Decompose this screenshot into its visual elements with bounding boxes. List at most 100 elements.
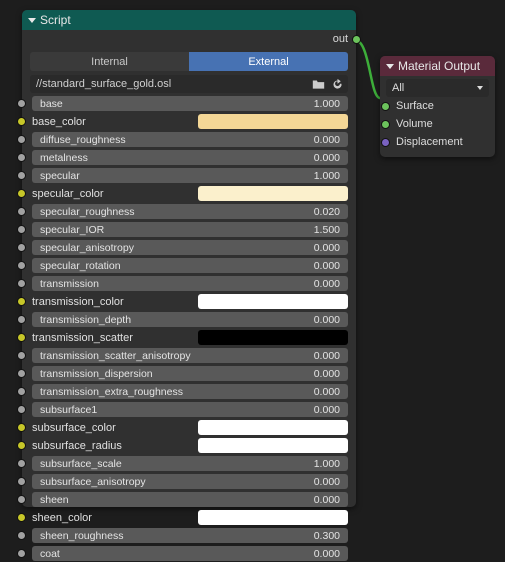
value-slider[interactable]: specular_anisotropy0.000 — [32, 240, 348, 255]
value-slider[interactable]: transmission0.000 — [32, 276, 348, 291]
input-socket[interactable] — [17, 387, 26, 396]
script-node-title: Script — [40, 13, 71, 27]
tab-external[interactable]: External — [189, 52, 348, 71]
input-socket[interactable] — [17, 189, 26, 198]
input-socket[interactable] — [17, 423, 26, 432]
param-transmission: transmission0.000 — [22, 275, 356, 292]
input-socket[interactable] — [17, 315, 26, 324]
output-socket-row: out — [22, 30, 356, 48]
script-node-header[interactable]: Script — [22, 10, 356, 30]
param-transmission_dispersion: transmission_dispersion0.000 — [22, 365, 356, 382]
param-diffuse_roughness: diffuse_roughness0.000 — [22, 131, 356, 148]
color-swatch[interactable] — [198, 438, 348, 453]
file-path-text: //standard_surface_gold.osl — [36, 78, 307, 90]
color-swatch[interactable] — [198, 294, 348, 309]
refresh-icon[interactable] — [329, 76, 345, 92]
param-value: 0.000 — [314, 476, 340, 488]
folder-icon[interactable] — [310, 76, 326, 92]
param-value: 0.000 — [314, 404, 340, 416]
input-socket[interactable] — [17, 549, 26, 558]
input-socket[interactable] — [17, 99, 26, 108]
input-socket[interactable] — [17, 369, 26, 378]
param-value: 0.000 — [314, 134, 340, 146]
value-slider[interactable]: sheen_roughness0.300 — [32, 528, 348, 543]
value-slider[interactable]: transmission_extra_roughness0.000 — [32, 384, 348, 399]
value-slider[interactable]: coat0.000 — [32, 546, 348, 561]
input-socket[interactable] — [17, 513, 26, 522]
input-socket[interactable] — [17, 297, 26, 306]
input-socket[interactable] — [17, 243, 26, 252]
param-base_color: base_color — [22, 113, 356, 130]
color-swatch[interactable] — [198, 114, 348, 129]
value-slider[interactable]: specular_IOR1.500 — [32, 222, 348, 237]
value-slider[interactable]: subsurface_scale1.000 — [32, 456, 348, 471]
target-dropdown[interactable]: All — [386, 79, 489, 97]
color-swatch[interactable] — [198, 186, 348, 201]
input-socket[interactable] — [17, 441, 26, 450]
param-base: base1.000 — [22, 95, 356, 112]
input-label: Surface — [396, 100, 434, 112]
param-sheen_color: sheen_color — [22, 509, 356, 526]
collapse-icon[interactable] — [386, 64, 394, 69]
param-subsurface1: subsurface10.000 — [22, 401, 356, 418]
value-slider[interactable]: subsurface_anisotropy0.000 — [32, 474, 348, 489]
input-socket[interactable] — [17, 531, 26, 540]
param-label: specular_rotation — [40, 260, 121, 272]
script-node[interactable]: Script out Internal External //standard_… — [22, 10, 356, 507]
file-path-field[interactable]: //standard_surface_gold.osl — [30, 75, 348, 93]
material-output-header[interactable]: Material Output — [380, 56, 495, 76]
param-specular_color: specular_color — [22, 185, 356, 202]
param-specular_IOR: specular_IOR1.500 — [22, 221, 356, 238]
value-slider[interactable]: transmission_depth 0.000 — [32, 312, 348, 327]
input-socket[interactable] — [381, 102, 390, 111]
value-slider[interactable]: specular_roughness0.020 — [32, 204, 348, 219]
input-socket[interactable] — [17, 117, 26, 126]
param-value: 1.000 — [314, 458, 340, 470]
param-value: 1.000 — [314, 170, 340, 182]
value-slider[interactable]: diffuse_roughness0.000 — [32, 132, 348, 147]
collapse-icon[interactable] — [28, 18, 36, 23]
value-slider[interactable]: specular 1.000 — [32, 168, 348, 183]
param-subsurface_radius: subsurface_radius — [22, 437, 356, 454]
input-socket[interactable] — [17, 405, 26, 414]
output-socket[interactable] — [352, 35, 361, 44]
input-socket[interactable] — [17, 279, 26, 288]
input-socket[interactable] — [17, 477, 26, 486]
input-socket[interactable] — [17, 495, 26, 504]
input-socket[interactable] — [17, 135, 26, 144]
color-swatch[interactable] — [198, 510, 348, 525]
value-slider[interactable]: transmission_dispersion0.000 — [32, 366, 348, 381]
input-socket[interactable] — [17, 207, 26, 216]
input-volume: Volume — [386, 115, 489, 133]
input-label: Displacement — [396, 136, 463, 148]
param-label: specular — [40, 170, 80, 182]
param-value: 0.000 — [314, 278, 340, 290]
value-slider[interactable]: base1.000 — [32, 96, 348, 111]
param-label: transmission_depth — [40, 314, 131, 326]
input-socket[interactable] — [381, 138, 390, 147]
param-label: sheen — [40, 494, 69, 506]
param-label: coat — [40, 548, 60, 560]
value-slider[interactable]: specular_rotation0.000 — [32, 258, 348, 273]
color-swatch[interactable] — [198, 330, 348, 345]
material-output-node[interactable]: Material Output All Surface Volume Displac… — [380, 56, 495, 157]
tab-internal[interactable]: Internal — [30, 52, 189, 71]
value-slider[interactable]: sheen0.000 — [32, 492, 348, 507]
input-socket[interactable] — [17, 171, 26, 180]
input-socket[interactable] — [17, 351, 26, 360]
input-socket[interactable] — [17, 153, 26, 162]
param-label: base — [40, 98, 63, 110]
param-value: 0.000 — [314, 314, 340, 326]
input-socket[interactable] — [17, 261, 26, 270]
color-swatch[interactable] — [198, 420, 348, 435]
input-socket[interactable] — [17, 333, 26, 342]
input-socket[interactable] — [17, 459, 26, 468]
param-transmission_color: transmission_color — [22, 293, 356, 310]
input-socket[interactable] — [381, 120, 390, 129]
value-slider[interactable]: subsurface10.000 — [32, 402, 348, 417]
param-specular: specular 1.000 — [22, 167, 356, 184]
value-slider[interactable]: transmission_scatter_anisotropy0.000 — [32, 348, 348, 363]
param-label: metalness — [40, 152, 88, 164]
value-slider[interactable]: metalness0.000 — [32, 150, 348, 165]
input-socket[interactable] — [17, 225, 26, 234]
